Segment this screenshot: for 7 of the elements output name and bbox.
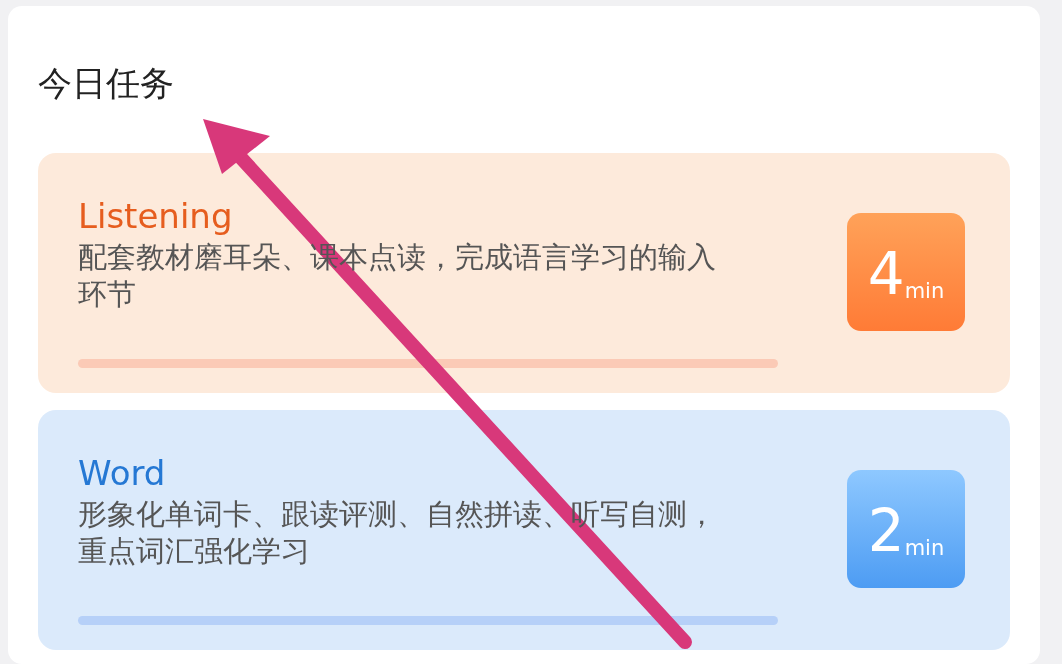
duration-number: 2 <box>867 502 905 560</box>
section-title: 今日任务 <box>38 62 175 105</box>
duration-unit: min <box>904 536 945 560</box>
duration-number: 4 <box>867 245 905 303</box>
duration-unit: min <box>904 279 945 303</box>
task-name: Listening <box>78 195 234 238</box>
task-name: Word <box>78 452 167 495</box>
